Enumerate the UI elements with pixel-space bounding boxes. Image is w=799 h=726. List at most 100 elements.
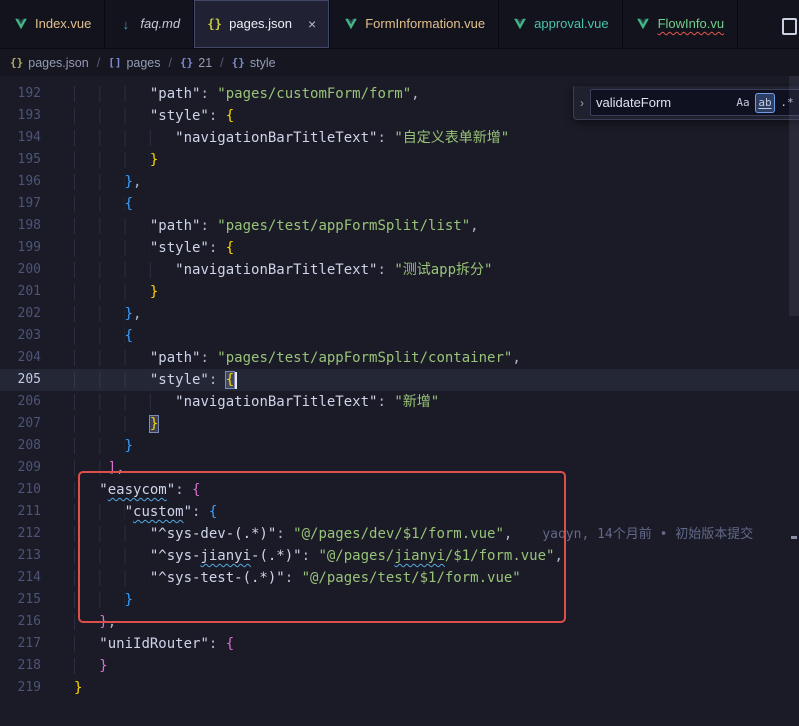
line-number: 192 [0, 83, 41, 105]
breadcrumb-label: pages.json [28, 56, 88, 70]
json-file-icon: {} [207, 17, 222, 31]
close-tab-icon[interactable]: × [308, 17, 316, 31]
text-cursor [235, 372, 237, 389]
code-line-209[interactable]: 209 ], [0, 457, 799, 479]
json-file-icon: {} [10, 56, 23, 69]
breadcrumb-item-21[interactable]: {}21 [180, 56, 212, 70]
code-line-194[interactable]: 194 "navigationBarTitleText": "自定义表单新增" [0, 127, 799, 149]
line-content: "style": { [41, 105, 234, 127]
editor-actions-icon[interactable] [782, 18, 797, 35]
code-line-197[interactable]: 197 { [0, 193, 799, 215]
code-line-202[interactable]: 202 }, [0, 303, 799, 325]
code-line-211[interactable]: 211 "custom": { [0, 501, 799, 523]
line-number: 215 [0, 589, 41, 611]
toggle-replace-chevron-icon[interactable]: › [574, 96, 590, 110]
find-toggle-match-case[interactable]: Aa [733, 93, 753, 113]
code-line-212[interactable]: 212 "^sys-dev-(.*)": "@/pages/dev/$1/for… [0, 523, 799, 545]
tab-label: FormInformation.vue [365, 0, 485, 48]
vue-file-icon [343, 17, 358, 31]
tab-label: FlowInfo.vu [658, 0, 724, 48]
tab-label: faq.md [140, 0, 180, 48]
code-line-213[interactable]: 213 "^sys-jianyi-(.*)": "@/pages/jianyi/… [0, 545, 799, 567]
code-line-205[interactable]: 205 "style": { [0, 369, 799, 391]
line-content: { [41, 193, 133, 215]
code-line-207[interactable]: 207 } [0, 413, 799, 435]
symbol-array-icon: [] [108, 56, 121, 69]
line-content: "^sys-dev-(.*)": "@/pages/dev/$1/form.vu… [41, 523, 753, 545]
line-number: 219 [0, 677, 41, 699]
code-line-196[interactable]: 196 }, [0, 171, 799, 193]
code-line-199[interactable]: 199 "style": { [0, 237, 799, 259]
line-number: 213 [0, 545, 41, 567]
vue-file-icon [512, 17, 527, 31]
code-editor[interactable]: 192 "path": "pages/customForm/form",193 … [0, 76, 799, 726]
find-toggles: Aaab.* [733, 93, 797, 113]
line-content: "easycom": { [41, 479, 200, 501]
code-line-219[interactable]: 219} [0, 677, 799, 699]
breadcrumb-item-pages-json[interactable]: {} pages.json [10, 56, 89, 70]
tab-list: Index.vue↓faq.md {} pages.json × FormInforma… [0, 0, 738, 48]
line-number: 217 [0, 633, 41, 655]
code-line-204[interactable]: 204 "path": "pages/test/appFormSplit/con… [0, 347, 799, 369]
tab-index-vue[interactable]: Index.vue [0, 0, 105, 48]
editor-scrollbar[interactable] [789, 76, 799, 726]
line-number: 203 [0, 325, 41, 347]
breadcrumb-item-pages[interactable]: [] pages [108, 56, 160, 70]
find-toggle-whole-word[interactable]: ab [755, 93, 775, 113]
find-query-text[interactable]: validateForm [596, 95, 733, 110]
code-line-198[interactable]: 198 "path": "pages/test/appFormSplit/lis… [0, 215, 799, 237]
code-line-217[interactable]: 217 "uniIdRouter": { [0, 633, 799, 655]
breadcrumb-separator: / [97, 56, 100, 70]
code-line-206[interactable]: 206 "navigationBarTitleText": "新增" [0, 391, 799, 413]
code-line-201[interactable]: 201 } [0, 281, 799, 303]
line-content: "navigationBarTitleText": "新增" [41, 391, 439, 413]
line-number: 212 [0, 523, 41, 545]
line-content: ], [41, 457, 125, 479]
code-line-210[interactable]: 210 "easycom": { [0, 479, 799, 501]
editor-tab-bar: Index.vue↓faq.md {} pages.json × FormInforma… [0, 0, 799, 49]
code-lines: 192 "path": "pages/customForm/form",193 … [0, 83, 799, 699]
tab-approval-vue[interactable]: approval.vue [499, 0, 622, 48]
line-number: 193 [0, 105, 41, 127]
line-number: 204 [0, 347, 41, 369]
code-line-208[interactable]: 208 } [0, 435, 799, 457]
symbol-object-icon: {} [232, 56, 245, 69]
code-line-203[interactable]: 203 { [0, 325, 799, 347]
line-content: } [41, 281, 158, 303]
line-number: 218 [0, 655, 41, 677]
breadcrumb-label: pages [126, 56, 160, 70]
line-number: 195 [0, 149, 41, 171]
breadcrumb: {}pages.json/[]pages/{}21/{}style [0, 49, 799, 76]
line-number: 208 [0, 435, 41, 457]
line-content: }, [41, 611, 116, 633]
line-number: 201 [0, 281, 41, 303]
line-content: "style": { [41, 369, 237, 391]
tab-label: approval.vue [534, 0, 608, 48]
vscode-window: Index.vue↓faq.md {} pages.json × FormInforma… [0, 0, 799, 726]
code-line-218[interactable]: 218 } [0, 655, 799, 677]
scrollbar-thumb[interactable] [789, 76, 799, 316]
tab-flowinfo-vu[interactable]: FlowInfo.vu [623, 0, 738, 48]
breadcrumb-separator: / [169, 56, 172, 70]
tab-label: pages.json [229, 0, 292, 48]
code-line-200[interactable]: 200 "navigationBarTitleText": "测试app拆分" [0, 259, 799, 281]
code-line-216[interactable]: 216 }, [0, 611, 799, 633]
vue-file-icon [13, 17, 28, 31]
tab-forminformation-vue[interactable]: FormInformation.vue [330, 0, 499, 48]
code-line-214[interactable]: 214 "^sys-test-(.*)": "@/pages/test/$1/f… [0, 567, 799, 589]
breadcrumb-item-style[interactable]: {}style [232, 56, 276, 70]
line-number: 214 [0, 567, 41, 589]
line-number: 216 [0, 611, 41, 633]
find-input[interactable]: validateForm Aaab.* [590, 89, 799, 116]
line-number: 210 [0, 479, 41, 501]
tab-pages-json[interactable]: {} pages.json × [194, 0, 330, 48]
line-content: } [41, 149, 158, 171]
code-line-195[interactable]: 195 } [0, 149, 799, 171]
code-line-215[interactable]: 215 } [0, 589, 799, 611]
line-number: 198 [0, 215, 41, 237]
line-content: } [41, 435, 133, 457]
line-number: 207 [0, 413, 41, 435]
line-number: 202 [0, 303, 41, 325]
tab-faq-md[interactable]: ↓faq.md [105, 0, 194, 48]
line-number: 205 [0, 369, 41, 391]
